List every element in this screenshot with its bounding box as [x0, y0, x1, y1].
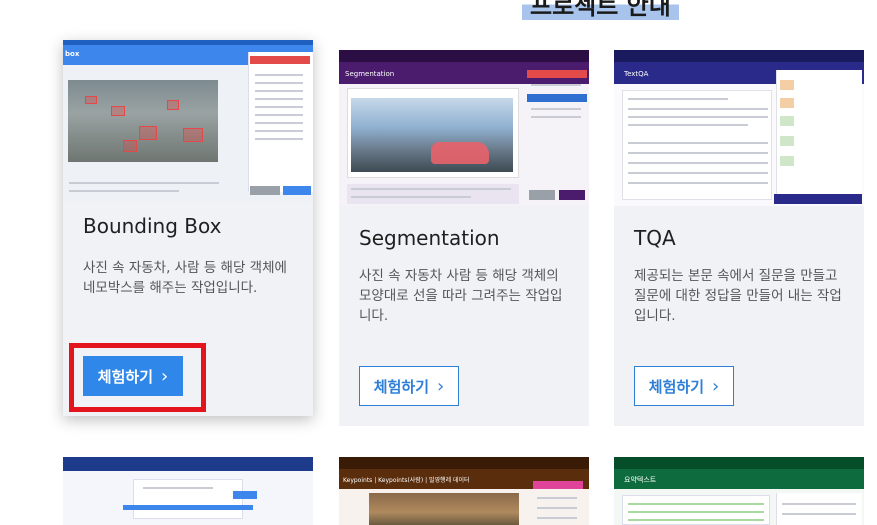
thumb-label: Segmentation — [345, 70, 395, 78]
thumb-label: Keypoints | Keypoints(사람) | 밀영행레 데이터 — [343, 477, 470, 484]
card-title: TQA — [634, 226, 676, 250]
tqa-thumbnail: TextQA — [614, 50, 864, 206]
bounding-box-thumbnail: box — [63, 40, 313, 203]
card-description: 제공되는 본문 속에서 질문을 만들고 질문에 대한 정답을 만들어 내는 작업… — [634, 268, 842, 324]
chevron-right-icon: › — [161, 365, 169, 387]
try-button-label: 체험하기 — [97, 367, 153, 386]
project-card-bottom-3[interactable]: 요약텍스트 — [614, 457, 864, 525]
card-title: Segmentation — [359, 226, 500, 250]
page-title: 프로젝트 안내 — [522, 0, 679, 20]
try-button[interactable]: 체험하기 › — [83, 356, 183, 396]
try-button-label: 체험하기 — [373, 377, 429, 396]
try-button[interactable]: 체험하기 › — [359, 366, 459, 406]
project-card-segmentation[interactable]: Segmentation Segmentation 사진 속 자동차 사람 등 … — [339, 50, 589, 426]
segmentation-thumbnail: Segmentation — [339, 50, 589, 206]
card-description: 사진 속 자동차, 사람 등 해당 객체에 네모박스를 해주는 작업입니다. — [83, 260, 287, 296]
card-description: 사진 속 자동차 사람 등 해당 객체의 모양대로 선을 따라 그려주는 작업입… — [359, 268, 563, 324]
thumb-label: TextQA — [624, 70, 649, 78]
project-card-bottom-1[interactable] — [63, 457, 313, 525]
try-button[interactable]: 체험하기 › — [634, 366, 734, 406]
card-title: Bounding Box — [83, 214, 222, 238]
chevron-right-icon: › — [712, 375, 720, 397]
thumb-label: 요약텍스트 — [624, 476, 657, 484]
project-card-bottom-2[interactable]: Keypoints | Keypoints(사람) | 밀영행레 데이터 — [339, 457, 589, 525]
try-button-label: 체험하기 — [648, 377, 704, 396]
chevron-right-icon: › — [437, 375, 445, 397]
project-card-tqa[interactable]: TextQA TQA 제공되는 본문 속에서 질문을 만들고 질문에 대한 정답… — [614, 50, 864, 426]
thumb-label: box — [65, 50, 80, 58]
project-card-bounding-box[interactable]: box Bounding Box 사진 속 자동차, 사람 등 해당 객체에 네… — [63, 40, 313, 416]
